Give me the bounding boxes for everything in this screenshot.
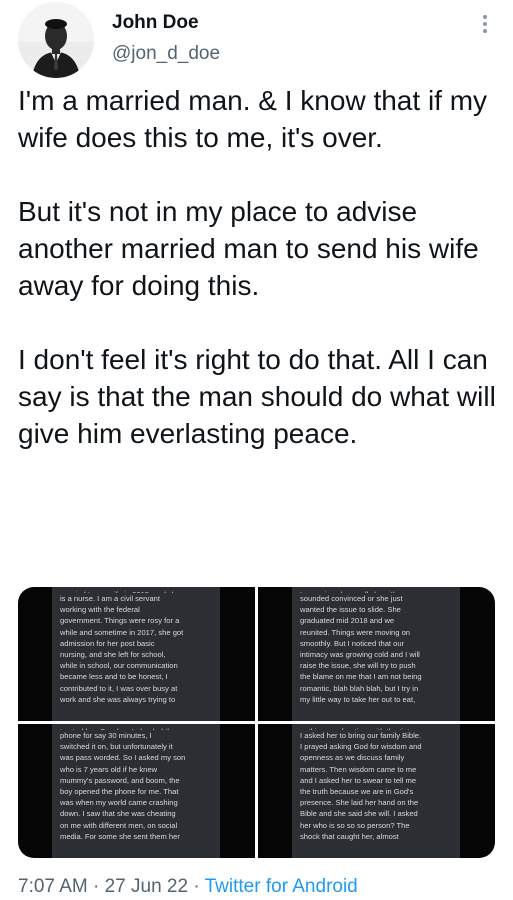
text-line: who is 7 years old if he knew <box>60 764 158 774</box>
text-line: became less and to be honest, I <box>60 672 168 682</box>
text-line: is a nurse. I am a civil servant <box>60 594 161 603</box>
more-options-icon[interactable] <box>476 12 494 42</box>
text-line: government. Things were rosy for a <box>60 616 180 626</box>
text-line: her who is so so so person? The <box>300 820 410 830</box>
tweet-paragraph: I'm a married man. & I know that if my w… <box>18 85 488 153</box>
text-line: graduated mid 2018 and we <box>300 616 395 626</box>
text-line: the blame on me that I am not being <box>300 672 422 682</box>
tweet-source-link[interactable]: Twitter for Android <box>205 876 358 897</box>
text-line: was pass worded. So I asked my son <box>60 753 186 763</box>
text-line: raise the issue, she will try to push <box>300 661 416 671</box>
meta-separator: · <box>87 876 105 897</box>
text-line: boy opened the phone for me. That <box>60 787 179 797</box>
text-line: nursing, and she left for school, <box>60 650 166 660</box>
text-line: I prayed asking God for wisdom and <box>300 742 422 752</box>
text-line: smoothly. But I noticed that our <box>300 638 405 648</box>
text-line: I asked her to bring our family Bible. <box>300 731 422 740</box>
screenshot-text: nothing, confronting, with the tiptoes, … <box>292 724 460 858</box>
text-line: openness as we discuss family <box>300 753 405 763</box>
tweet-header: John Doe @jon_d_doe <box>0 0 513 80</box>
text-line: was when my world came crashing <box>60 798 178 808</box>
text-line: on me with different men, on social <box>60 820 178 830</box>
text-line: while and sometime in 2017, she got <box>60 627 184 637</box>
tweet-time[interactable]: 7:07 AM <box>18 876 88 897</box>
tweet-text: I'm a married man. & I know that if my w… <box>18 82 498 452</box>
text-line: sounded convinced or she just <box>300 594 403 603</box>
text-line: my little way to take her out to eat, <box>300 694 416 704</box>
text-line: contributed to it, I was over busy at <box>60 683 178 693</box>
avatar-photo-icon <box>18 2 94 78</box>
text-line: the truth because we are in God's <box>300 787 414 797</box>
text-line: working with the federal <box>60 605 140 615</box>
text-line: wanted the issue to slide. She <box>300 605 401 615</box>
display-name[interactable]: John Doe <box>112 12 199 34</box>
text-line: down. I saw that she was cheating <box>60 809 176 819</box>
text-line: reunited. Things were moving on <box>300 627 411 637</box>
text-line: mummy's password, and boom, the <box>60 775 180 785</box>
screenshot-text: married to my wife in 2015, and she is a… <box>52 587 220 721</box>
media-image[interactable]: to convince her, well she either sounded… <box>258 587 495 721</box>
media-image[interactable]: trusted her. So when I pleaded the phone… <box>18 724 255 858</box>
text-line: while in school, our communication <box>60 661 178 671</box>
media-image[interactable]: nothing, confronting, with the tiptoes, … <box>258 724 495 858</box>
text-line: romantic, blah blah blah, but I try in <box>300 683 419 693</box>
text-line: shock that caught her, almost <box>300 831 399 841</box>
meta-separator: · <box>188 876 205 897</box>
text-line: presence. She laid her hand on the <box>300 798 419 808</box>
avatar[interactable] <box>18 2 94 78</box>
text-line: Bible and she said she will. I asked <box>300 809 418 819</box>
text-line: matters. Then wisdom came to me <box>300 764 417 774</box>
screenshot-text: trusted her. So when I pleaded the phone… <box>52 724 220 858</box>
tweet-paragraph: But it's not in my place to advise anoth… <box>18 196 479 301</box>
text-line: and I asked her to swear to tell me <box>300 775 417 785</box>
tweet-paragraph: I don't feel it's right to do that. All … <box>18 344 496 449</box>
user-handle[interactable]: @jon_d_doe <box>112 43 220 65</box>
text-line: work and she was always trying to <box>60 694 176 704</box>
screenshot-text: to convince her, well she either sounded… <box>292 587 460 721</box>
text-line: switched it on, but unfortunately it <box>60 742 173 752</box>
text-line: media. For some she sent them her <box>60 831 180 841</box>
text-line: phone for say 30 minutes, I <box>60 731 152 740</box>
text-line: intimacy was growing cold and I will <box>300 650 420 660</box>
media-grid: married to my wife in 2015, and she is a… <box>18 587 495 858</box>
tweet-meta: 7:07 AM · 27 Jun 22 · Twitter for Androi… <box>18 876 358 898</box>
media-image[interactable]: married to my wife in 2015, and she is a… <box>18 587 255 721</box>
text-line: admission for her post basic <box>60 638 155 648</box>
tweet-date[interactable]: 27 Jun 22 <box>105 876 188 897</box>
